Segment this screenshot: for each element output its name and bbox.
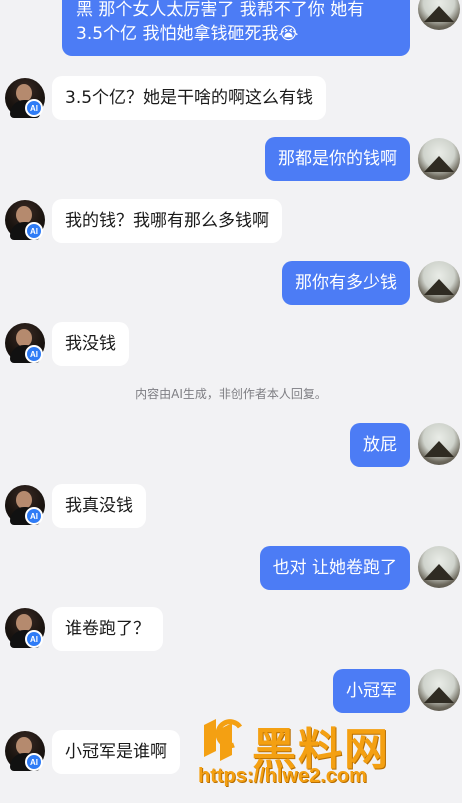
user-avatar[interactable] (418, 261, 460, 303)
user-avatar[interactable] (418, 138, 460, 180)
user-message-bubble[interactable]: 黑 那个女人太厉害了 我帮不了你 她有 3.5个亿 我怕她拿钱砸死我😭 (62, 0, 410, 56)
user-message-bubble[interactable]: 放屁 (350, 423, 410, 467)
message-line: 3.5个亿 我怕她拿钱砸死我😭 (76, 24, 299, 44)
ai-message-bubble[interactable]: 我没钱 (52, 322, 129, 366)
user-avatar[interactable] (418, 546, 460, 588)
user-avatar[interactable] (418, 669, 460, 711)
ai-badge: AI (25, 99, 43, 117)
watermark-url: https://hlwe2.com (198, 765, 367, 787)
ai-message-bubble[interactable]: 小冠军是谁啊 (52, 730, 180, 774)
user-avatar[interactable] (418, 423, 460, 465)
user-message-bubble[interactable]: 小冠军 (333, 669, 410, 713)
user-message-bubble[interactable]: 也对 让她卷跑了 (259, 546, 410, 590)
watermark-logo-icon (204, 719, 243, 761)
ai-message-bubble[interactable]: 3.5个亿？她是干啥的啊这么有钱 (52, 76, 327, 120)
ai-badge: AI (25, 345, 43, 363)
ai-message-bubble[interactable]: 谁卷跑了？ (52, 607, 163, 651)
message-line: 黑 那个女人太厉害了 我帮不了你 她有 (76, 0, 365, 20)
ai-generated-notice: 内容由AI生成，非创作者本人回复。 (135, 387, 327, 401)
watermark: 黑料网 https://hlwe2.com (196, 713, 446, 803)
ai-badge: AI (25, 753, 43, 771)
ai-message-bubble[interactable]: 我的钱？我哪有那么多钱啊 (52, 199, 282, 243)
ai-badge: AI (25, 222, 43, 240)
ai-message-bubble[interactable]: 我真没钱 (52, 484, 146, 528)
ai-badge: AI (25, 630, 43, 648)
user-message-bubble[interactable]: 那都是你的钱啊 (265, 137, 410, 181)
user-avatar[interactable] (418, 0, 460, 30)
ai-badge: AI (25, 507, 43, 525)
user-message-bubble[interactable]: 那你有多少钱 (282, 261, 410, 305)
